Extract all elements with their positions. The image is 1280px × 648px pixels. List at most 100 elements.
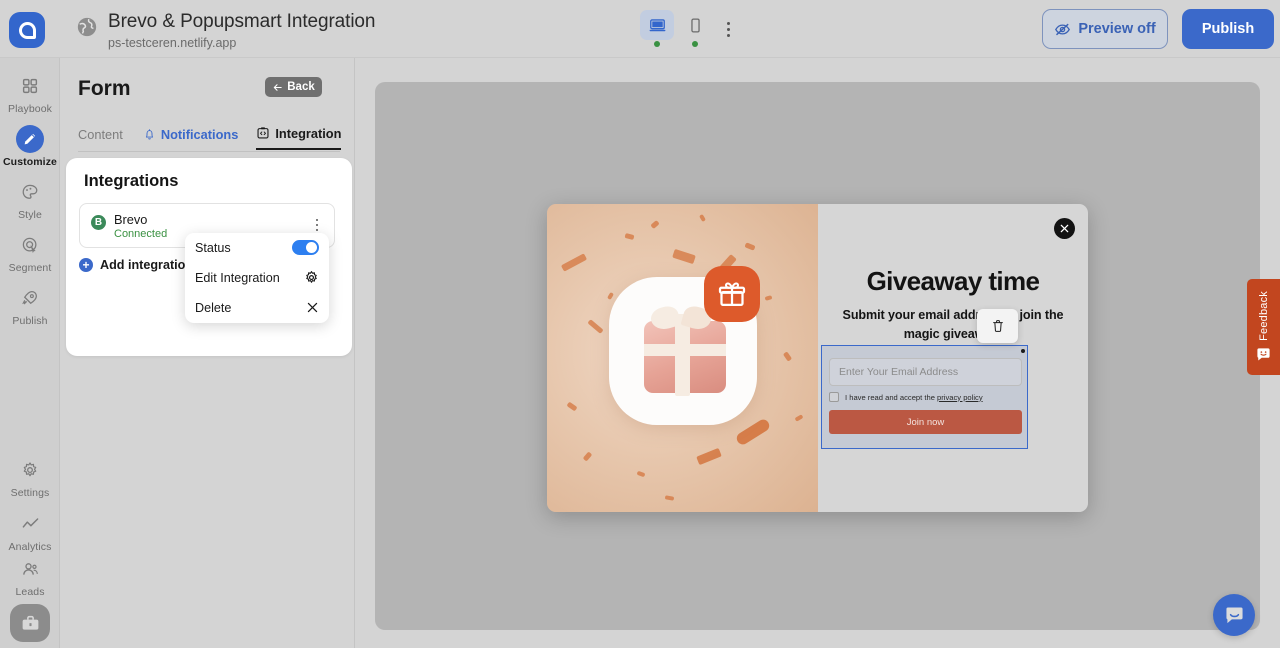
chart-line-icon — [16, 510, 44, 538]
popupsmart-logo-icon[interactable] — [9, 12, 45, 48]
arrow-left-icon — [272, 82, 283, 93]
mobile-icon — [687, 17, 704, 34]
tab-content-label: Content — [78, 127, 123, 142]
add-integration-label: Add integration — [100, 258, 193, 272]
menu-item-edit-label: Edit Integration — [195, 271, 280, 285]
sidebar-item-playbook[interactable]: Playbook — [0, 72, 60, 116]
gift-icon — [704, 266, 760, 322]
status-badge: Connected — [114, 228, 167, 240]
sidebar-label-settings: Settings — [11, 487, 50, 500]
app-root: Brevo & Popupsmart Integration ps-testce… — [0, 0, 1280, 648]
submit-button-label: Join now — [907, 417, 945, 428]
form-settings-panel: Form Back Content Notifications — [60, 58, 355, 648]
top-bar: Brevo & Popupsmart Integration ps-testce… — [0, 0, 1280, 58]
close-icon[interactable] — [1054, 218, 1075, 239]
desktop-icon — [648, 16, 667, 35]
resize-handle[interactable] — [1021, 349, 1025, 353]
palette-icon — [16, 178, 44, 206]
brevo-logo-letter: B — [95, 215, 102, 230]
kebab-menu-icon[interactable] — [311, 216, 323, 234]
status-toggle[interactable] — [292, 240, 319, 255]
menu-item-delete[interactable]: Delete — [185, 293, 329, 323]
sidebar-label-publish: Publish — [12, 315, 47, 328]
menu-item-delete-label: Delete — [195, 301, 231, 315]
sidebar-item-style[interactable]: Style — [0, 178, 60, 222]
chat-bubble-button[interactable] — [1213, 594, 1255, 636]
consent-checkbox[interactable] — [829, 392, 839, 402]
sidebar-label-playbook: Playbook — [8, 103, 52, 116]
feedback-tab[interactable]: Feedback — [1247, 279, 1280, 375]
globe-icon — [76, 16, 98, 38]
mobile-status-dot — [692, 41, 698, 47]
sidebar-label-leads: Leads — [15, 586, 44, 599]
sidebar-label-analytics: Analytics — [9, 541, 52, 554]
tab-notifications[interactable]: Notifications — [143, 120, 239, 150]
panel-tabs: Content Notifications Integration — [78, 120, 340, 152]
popup-heading: Giveaway time — [818, 266, 1088, 297]
email-field-placeholder: Enter Your Email Address — [839, 366, 958, 378]
sidebar-label-style: Style — [18, 209, 42, 222]
popup-preview: Giveaway time Submit your email address … — [547, 204, 1088, 512]
device-desktop-button[interactable] — [640, 10, 674, 40]
back-button[interactable]: Back — [265, 77, 322, 97]
menu-item-edit-integration[interactable]: Edit Integration — [185, 263, 329, 293]
consent-label: I have read and accept the privacy polic… — [845, 393, 983, 402]
gear-icon — [304, 270, 319, 285]
submit-button[interactable]: Join now — [829, 410, 1022, 434]
popup-form-side: Giveaway time Submit your email address … — [818, 204, 1088, 512]
publish-button[interactable]: Publish — [1182, 9, 1274, 49]
plus-circle-icon: + — [79, 258, 93, 272]
device-toggle-group — [640, 10, 712, 40]
privacy-policy-link[interactable]: privacy policy — [937, 393, 983, 402]
sidebar-item-analytics[interactable]: Analytics — [0, 510, 60, 554]
integration-name: Brevo — [114, 212, 147, 227]
sidebar-label-segment: Segment — [9, 262, 52, 275]
desktop-status-dot — [654, 41, 660, 47]
tab-integration[interactable]: Integration — [256, 120, 341, 150]
email-field[interactable]: Enter Your Email Address — [829, 358, 1022, 386]
popup-subheading: Submit your email address to join the ma… — [826, 306, 1080, 344]
embed-code-icon — [256, 126, 270, 140]
close-x-icon — [306, 301, 319, 314]
briefcase-icon[interactable] — [10, 604, 50, 642]
popup-form-block[interactable]: Enter Your Email Address I have read and… — [821, 345, 1028, 449]
tab-integration-label: Integration — [275, 126, 341, 141]
sidebar-item-customize[interactable]: Customize — [0, 125, 60, 169]
site-info: Brevo & Popupsmart Integration ps-testce… — [76, 9, 375, 51]
sidebar-item-leads[interactable]: Leads — [0, 555, 60, 599]
site-url: ps-testceren.netlify.app — [108, 35, 375, 51]
sidebar-item-settings[interactable]: Settings — [0, 456, 60, 500]
tab-notifications-label: Notifications — [161, 127, 239, 142]
menu-item-status[interactable]: Status — [185, 233, 329, 263]
preview-toggle-button[interactable]: Preview off — [1042, 9, 1168, 49]
pencil-icon — [16, 125, 44, 153]
preview-toggle-label: Preview off — [1078, 21, 1155, 37]
integrations-card-title: Integrations — [84, 172, 178, 191]
back-button-label: Back — [287, 81, 315, 93]
menu-item-status-label: Status — [195, 241, 231, 255]
sidebar-item-publish[interactable]: Publish — [0, 284, 60, 328]
preview-canvas: Giveaway time Submit your email address … — [375, 82, 1260, 630]
chat-bubble-icon — [1223, 604, 1246, 627]
left-nav-rail: Playbook Customize Style — [0, 58, 60, 648]
page-title: Brevo & Popupsmart Integration — [108, 9, 375, 34]
device-mobile-button[interactable] — [678, 10, 712, 40]
sidebar-item-segment[interactable]: Segment — [0, 231, 60, 275]
chat-smiley-icon — [1255, 346, 1272, 363]
trash-icon[interactable] — [977, 309, 1018, 343]
brevo-logo-icon: B — [91, 215, 106, 230]
publish-button-label: Publish — [1202, 21, 1254, 37]
grid-icon — [16, 72, 44, 100]
gear-icon — [16, 456, 44, 484]
bell-icon — [143, 128, 156, 141]
rocket-icon — [16, 284, 44, 312]
kebab-menu-icon[interactable] — [718, 18, 738, 40]
consent-row[interactable]: I have read and accept the privacy polic… — [829, 392, 983, 402]
tab-content[interactable]: Content — [78, 120, 123, 150]
users-icon — [16, 555, 44, 583]
eye-off-icon — [1054, 21, 1071, 38]
target-icon — [16, 231, 44, 259]
integration-context-menu: Status Edit Integration Delete — [185, 233, 329, 323]
feedback-tab-label: Feedback — [1258, 291, 1270, 341]
add-integration-button[interactable]: + Add integration — [79, 258, 193, 272]
